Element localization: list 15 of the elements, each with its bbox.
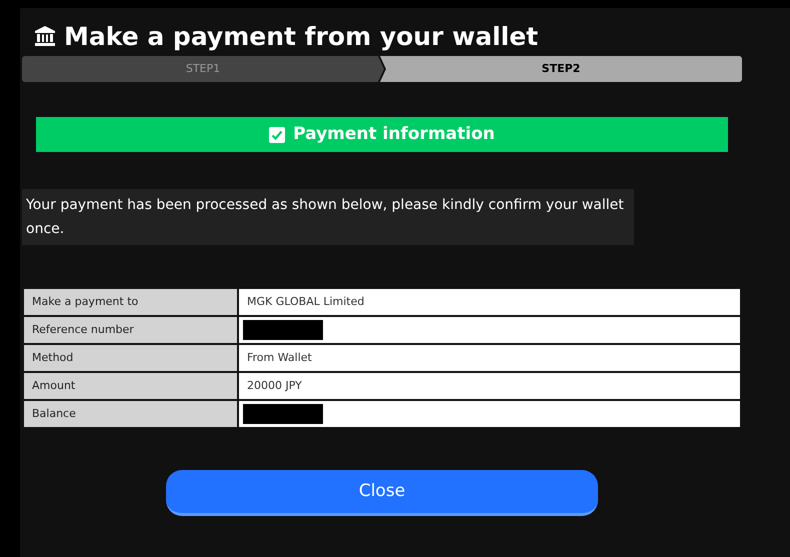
field-label: Reference number (23, 316, 238, 344)
close-button[interactable]: Close (166, 470, 598, 516)
bank-icon (34, 25, 56, 47)
step-tab[interactable]: STEP2 (380, 56, 742, 82)
field-label: Amount (23, 372, 238, 400)
field-label: Method (23, 344, 238, 372)
step-tab[interactable]: STEP1 (22, 56, 384, 82)
field-value: From Wallet (238, 344, 741, 372)
field-label: Balance (23, 400, 238, 428)
field-value: 20000 JPY (238, 372, 741, 400)
page-title: Make a payment from your wallet (64, 24, 538, 48)
field-label: Make a payment to (23, 288, 238, 316)
field-value: MGK GLOBAL Limited (238, 288, 741, 316)
section-title: Payment information (293, 122, 495, 146)
confirmation-message: Your payment has been processed as shown below, please kindly confirm your wallet once. (22, 189, 634, 245)
